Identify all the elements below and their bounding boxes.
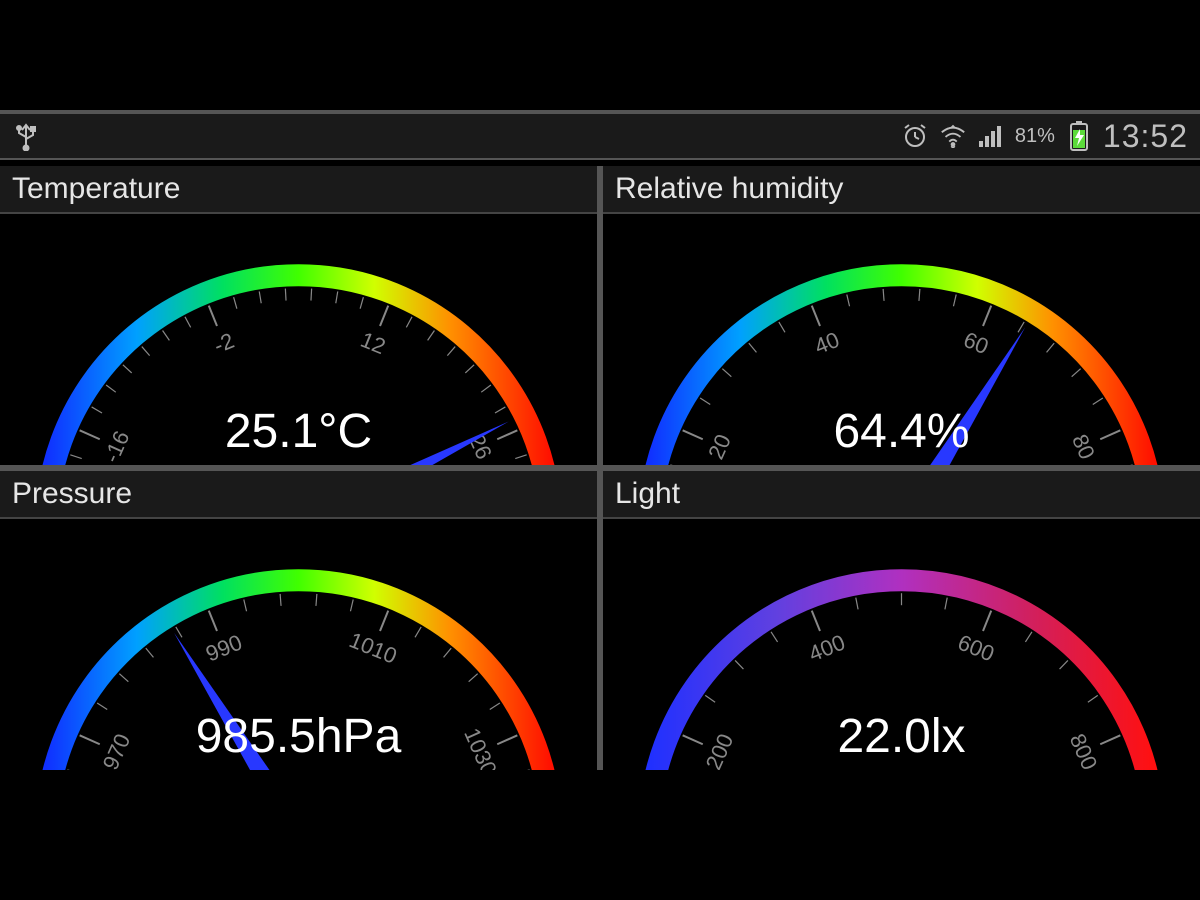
clock: 13:52 [1103, 118, 1188, 155]
gauge-pressure[interactable]: Pressure 950970990101010301050 985.5hPa [0, 471, 597, 770]
app-frame: 81% 13:52 Temperature -30-16-2122640 25.… [0, 110, 1200, 770]
alarm-icon [901, 122, 929, 150]
svg-text:40: 40 [811, 327, 843, 359]
battery-charging-icon [1065, 122, 1093, 150]
gauge-temperature[interactable]: Temperature -30-16-2122640 25.1°C [0, 166, 597, 465]
gauge-grid: Temperature -30-16-2122640 25.1°C Relati… [0, 166, 1200, 770]
svg-text:990: 990 [202, 630, 245, 667]
gauge-humidity[interactable]: Relative humidity 020406080100 64.4% [603, 166, 1200, 465]
gauge-value: 985.5hPa [0, 709, 597, 764]
signal-icon [977, 122, 1005, 150]
wifi-icon [939, 122, 967, 150]
gauge-title: Relative humidity [603, 166, 1200, 214]
svg-text:-2: -2 [210, 328, 238, 359]
status-bar: 81% 13:52 [0, 110, 1200, 160]
gauge-light[interactable]: Light 02004006008001000 22.0lx [603, 471, 1200, 770]
svg-text:1010: 1010 [346, 627, 401, 669]
gauge-title: Pressure [0, 471, 597, 519]
svg-text:60: 60 [960, 327, 992, 359]
usb-icon [12, 122, 40, 150]
gauge-title: Temperature [0, 166, 597, 214]
svg-text:600: 600 [954, 630, 997, 667]
gauge-value: 64.4% [603, 404, 1200, 459]
svg-text:12: 12 [357, 327, 389, 359]
gauge-value: 22.0lx [603, 709, 1200, 764]
gauge-title: Light [603, 471, 1200, 519]
gauge-value: 25.1°C [0, 404, 597, 459]
svg-text:400: 400 [805, 630, 848, 667]
battery-percent: 81% [1015, 125, 1055, 148]
